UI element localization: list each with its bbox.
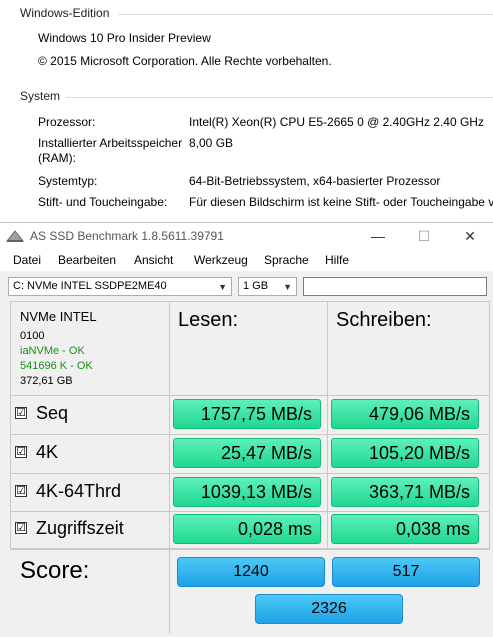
seq-label: Seq [36, 403, 69, 423]
system-divider [66, 97, 493, 98]
grid-row1 [10, 395, 490, 396]
ram-value: 8,00 GB [189, 136, 234, 150]
drive-model: NVMe INTEL [20, 309, 97, 324]
system-properties-panel: Windows-Edition Windows 10 Pro Insider P… [0, 0, 493, 222]
as-ssd-window: AS SSD Benchmark 1.8.5611.39791 — ☐ ✕ Da… [0, 222, 493, 637]
app-disk-icon [6, 230, 24, 242]
menu-datei[interactable]: Datei [13, 253, 41, 267]
chevron-down-icon: ▼ [218, 282, 227, 292]
access-write-result: 0,038 ms [331, 514, 479, 544]
score-label: Score: [20, 557, 90, 584]
drive-select[interactable]: C: NVMe INTEL SSDPE2ME40 ▼ [8, 277, 232, 296]
copyright-text: © 2015 Microsoft Corporation. Alle Recht… [38, 54, 332, 68]
window-title: AS SSD Benchmark 1.8.5611.39791 [30, 229, 224, 243]
pen-touch-value: Für diesen Bildschirm ist keine Stift- o… [189, 195, 493, 209]
seq-checkbox[interactable]: ☑ [15, 407, 27, 419]
seq-read-result: 1757,75 MB/s [173, 399, 321, 429]
write-header: Schreiben: [336, 309, 432, 331]
score-write: 517 [332, 557, 480, 587]
4k64-write-result: 363,71 MB/s [331, 477, 479, 507]
minimize-button[interactable]: — [355, 223, 401, 249]
access-label: Zugriffszeit [36, 518, 124, 538]
ram-label-2: (RAM): [38, 151, 76, 165]
ram-label: Installierter Arbeitsspeicher [38, 136, 183, 150]
menu-sprache[interactable]: Sprache [264, 253, 309, 267]
4k64-read-result: 1039,13 MB/s [173, 477, 321, 507]
close-button[interactable]: ✕ [447, 223, 493, 249]
4k64-label: 4K-64Thrd [36, 481, 122, 501]
menu-bar: Datei Bearbeiten Ansicht Werkzeug Sprach… [0, 249, 493, 271]
processor-label: Prozessor: [38, 115, 96, 129]
maximize-button[interactable]: ☐ [401, 223, 447, 249]
drive-capacity: 372,61 GB [20, 375, 73, 387]
size-select-value: 1 GB [243, 280, 269, 292]
grid-top [10, 301, 490, 302]
read-header: Lesen: [178, 309, 239, 331]
menu-ansicht[interactable]: Ansicht [134, 253, 173, 267]
menu-hilfe[interactable]: Hilfe [325, 253, 349, 267]
seq-write-result: 479,06 MB/s [331, 399, 479, 429]
4k-checkbox[interactable]: ☑ [15, 446, 27, 458]
score-total: 2326 [255, 594, 403, 624]
grid-row3 [10, 473, 490, 474]
grid-score-col [169, 549, 170, 634]
chevron-down-icon: ▼ [283, 282, 292, 292]
pen-touch-label: Stift- und Toucheingabe: [38, 195, 168, 209]
title-bar[interactable]: AS SSD Benchmark 1.8.5611.39791 — ☐ ✕ [0, 223, 493, 249]
score-read: 1240 [177, 557, 325, 587]
4k-write-result: 105,20 MB/s [331, 438, 479, 468]
alignment-status: 541696 K - OK [20, 360, 93, 372]
processor-value: Intel(R) Xeon(R) CPU E5-2665 0 @ 2.40GHz… [189, 115, 484, 129]
size-input[interactable] [303, 277, 487, 296]
system-section-title: System [20, 89, 61, 103]
access-checkbox[interactable]: ☑ [15, 522, 27, 534]
edition-section-title: Windows-Edition [20, 6, 110, 20]
grid-score-top [10, 549, 490, 550]
drive-select-value: C: NVMe INTEL SSDPE2ME40 [13, 280, 167, 292]
systemtype-label: Systemtyp: [38, 174, 98, 188]
grid-row2 [10, 434, 490, 435]
access-read-result: 0,028 ms [173, 514, 321, 544]
edition-name: Windows 10 Pro Insider Preview [38, 31, 211, 45]
grid-row4 [10, 511, 490, 512]
4k64-checkbox[interactable]: ☑ [15, 485, 27, 497]
4k-label: 4K [36, 442, 59, 462]
menu-bearbeiten[interactable]: Bearbeiten [58, 253, 116, 267]
driver-status: iaNVMe - OK [20, 345, 85, 357]
menu-werkzeug[interactable]: Werkzeug [194, 253, 248, 267]
size-select[interactable]: 1 GB ▼ [238, 277, 297, 296]
systemtype-value: 64-Bit-Betriebssystem, x64-basierter Pro… [189, 174, 441, 188]
edition-divider [118, 14, 493, 15]
4k-read-result: 25,47 MB/s [173, 438, 321, 468]
drive-firmware: 0100 [20, 330, 45, 342]
